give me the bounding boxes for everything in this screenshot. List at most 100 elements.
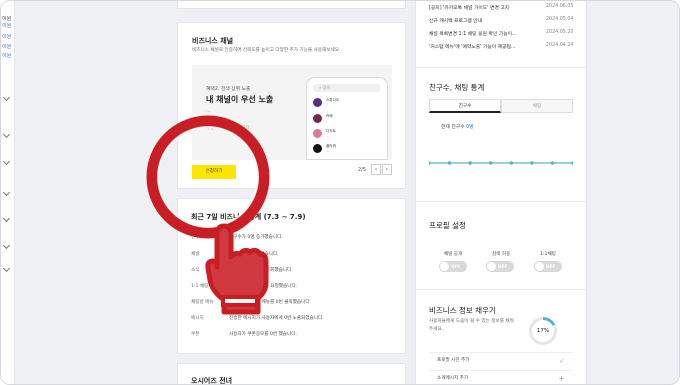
phone-list-item: 카페 ... [313,114,383,126]
phone-search-bar: ⌕ 검색 [313,84,381,92]
search-allow-toggle[interactable]: OFF [486,261,514,272]
stat-text: 사용자가 채팅방 메뉴를 0번 클릭했습니다. [229,300,312,305]
current-friends: 현재 친구수 0명 [441,123,474,130]
stat-label: 친구 [191,235,200,240]
checklist-item[interactable]: 프로필 사진 추가 ✓ [429,352,573,368]
phone-search-text: 검색 [322,85,330,90]
stat-text: 사용자가 1:1 채팅을 요청했습니다. [229,284,298,289]
check-icon: ✓ [559,357,565,365]
sidebar-link[interactable]: 이원 [2,44,14,50]
data-point [468,161,472,165]
data-point [488,161,493,165]
plus-icon: + [558,374,565,383]
channel-public-toggle[interactable]: OFF [439,261,467,272]
chevron-down-icon[interactable] [2,214,11,223]
promo-line: ... [206,117,211,122]
stat-text: 채널을 0회 조회했습니다. [229,252,279,257]
toggle-state: OFF [498,264,508,269]
toggle-knob [535,262,544,271]
sidebar-link[interactable]: 이원 [2,53,14,59]
notice-item[interactable]: '커스텀 메뉴'에 '예약노출' 기능이 제공됩... [429,43,516,50]
biz-info-desc: 사용자들에게 도움이 될 수 있는 정보를 채워 [429,319,514,324]
chevron-down-icon[interactable] [2,93,11,102]
stat-row: 소식 발행한 소식을 0번 조회했습니다. [191,267,293,273]
biz-info-desc: 주세요. [429,327,444,332]
stats-title: 최근 7일 비즈니스 통계 (7.3 ~ 7.9) [191,213,306,221]
notice-item[interactable]: [공지] '카카오톡 채널 가이드' 변경 고지 [429,4,509,11]
checklist-item[interactable]: 소개메시지 추가 + [429,370,573,384]
data-point [550,161,555,165]
stat-label: 소식 [191,268,200,273]
toggle-knob [440,262,449,271]
notice-item[interactable]: 신규 캐시백 프로그램 안내 [429,17,482,24]
notice-date: 2024.05.20 [546,30,574,35]
divider [415,67,587,68]
stat-text: 전송한 메시지가 사용자에게 0번 노출되었습니다. [229,316,324,321]
avatar [313,114,322,123]
promo-line: ... [206,109,211,114]
chat-toggle[interactable]: OFF [534,261,562,272]
notice-date: 2024.06.05 [546,4,574,9]
friends-chat-title: 친구수, 채팅 통계 [429,83,485,92]
prev-page-button[interactable]: ‹ [371,164,381,175]
chevron-down-icon[interactable] [2,157,11,166]
data-point [571,161,573,165]
stat-row: 친구 친구수가 0명 증가했습니다. [191,234,283,240]
progress-label: 17% [532,320,554,342]
stat-row: 쿠폰 사용자가 쿠폰응모를 0번 했습니다. [191,331,297,337]
data-point [530,161,534,165]
chevron-down-icon[interactable] [2,188,11,197]
notice-item[interactable]: 채널 목록변경 1:1 채팅 응원 확인 기능이... [429,30,517,37]
left-sidebar: 이원 이원 이원 이원 이원 [1,1,15,384]
stat-label: 쿠폰 [191,332,200,337]
divider [415,289,587,290]
toggle-label: 1:1채팅 [540,252,556,257]
tab-chat[interactable]: 채팅 [501,99,573,113]
phone-item-desc: ... [326,134,330,138]
promo-benefit: 혜택2. 검색 상위 노출 [206,87,251,92]
apply-button[interactable]: 신청하기 [192,165,236,179]
avatar [313,144,322,153]
chevron-down-icon[interactable] [2,130,11,139]
data-point [509,161,514,165]
stat-label: 1:1 채팅 [191,284,209,289]
toggle-label: 채널 공개 [443,252,463,257]
phone-list-item: 플라워 ... [313,144,383,156]
checklist-label: 프로필 사진 추가 [437,358,470,363]
profile-settings-title: 프로필 설정 [429,221,466,230]
app-frame: 이원 이원 이원 이원 이원 비즈니스 채널 비즈니스 채널로 인증하여 신뢰도… [0,0,680,385]
tab-friends[interactable]: 친구수 [429,99,501,113]
previous-card [177,1,406,9]
chevron-down-icon[interactable] [2,264,11,273]
next-page-button[interactable]: › [382,164,392,175]
pager-indicator: 2/5 [358,167,367,173]
avatar [313,98,322,107]
friends-line-chart [429,161,573,165]
notice-date: 2024.04.24 [546,43,574,48]
promo-banner: 혜택2. 검색 상위 노출 내 채널이 우선 노출 ... ... 우선적으로 … [192,65,392,160]
sidebar-link[interactable]: 이원 [2,34,14,40]
chevron-down-icon[interactable] [2,241,11,250]
data-point [447,161,452,165]
promo-headline: 내 채널이 우선 노출 [206,95,274,104]
sidebar-link[interactable]: 이원 [2,23,14,29]
phone-list-item: 스튜디오 ... [313,98,383,110]
stat-text: 발행한 소식을 0번 조회했습니다. [229,268,293,273]
sidebar-text: 이원 [2,16,12,22]
promo-line: 우선적으로 노출됩니다. [206,126,252,131]
stat-row: 채널 채널을 0회 조회했습니다. [191,251,279,257]
stat-label: 채팅방 메뉴 [191,300,214,305]
phone-mockup: ⌕ 검색 스튜디오 ... 카페 ... 디저트 ... 플라워 ... [306,77,388,160]
toggle-knob [487,262,496,271]
stat-row: 메시지 전송한 메시지가 사용자에게 0번 노출되었습니다. [191,315,324,321]
business-channel-title: 비즈니스 채널 [192,37,234,45]
business-channel-subtitle: 비즈니스 채널로 인증하여 신뢰도를 높이고 다양한 추가 기능을 사용해보세요… [192,48,341,53]
phone-item-desc: ... [326,149,330,153]
biz-info-title: 비즈니스 정보 채우기 [429,306,496,315]
divider [415,201,587,202]
notice-date: 2024.05.04 [546,17,574,22]
stat-label: 메시지 [191,316,204,321]
current-friends-value: 0명 [466,125,474,130]
toggle-label: 검색 허용 [491,252,511,257]
toggle-state: OFF [546,264,556,269]
